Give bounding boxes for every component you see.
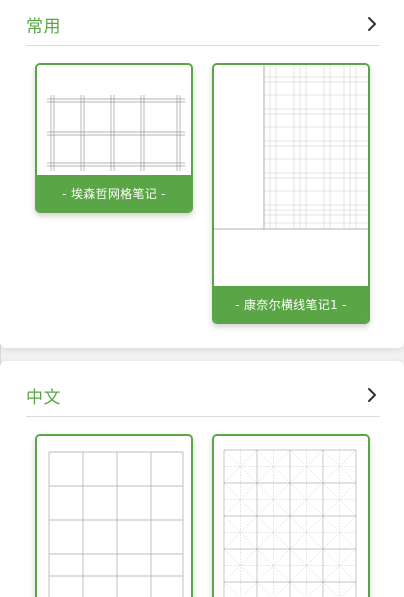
template-preview — [37, 65, 191, 177]
template-card-chinese-grid[interactable] — [35, 434, 193, 597]
template-card-chinese-mi-grid[interactable] — [212, 434, 370, 597]
section-title: 中文 — [26, 388, 61, 408]
chevron-right-icon[interactable] — [366, 15, 378, 33]
mi-grid-preview-graphic — [223, 449, 357, 597]
section-common: 常用 - 埃森哲网格笔记 - - 康奈尔横线笔记1 - — [0, 0, 404, 348]
grid-preview-graphic — [47, 95, 185, 171]
cornell-preview-graphic — [214, 65, 368, 230]
template-preview — [214, 436, 368, 597]
square-grid-preview-graphic — [48, 451, 184, 597]
template-preview — [37, 436, 191, 597]
section-header-common[interactable]: 常用 — [26, 0, 380, 46]
template-preview — [214, 65, 368, 288]
section-chinese: 中文 — [0, 361, 404, 597]
template-card-einstein-grid[interactable]: - 埃森哲网格笔记 - — [35, 63, 193, 213]
template-label: - 埃森哲网格笔记 - — [37, 175, 191, 211]
chevron-right-icon[interactable] — [366, 386, 378, 404]
section-header-chinese[interactable]: 中文 — [26, 377, 380, 417]
template-card-cornell-lined[interactable]: - 康奈尔横线笔记1 - — [212, 63, 370, 324]
section-title: 常用 — [26, 17, 61, 37]
template-label: - 康奈尔横线笔记1 - — [214, 286, 368, 322]
